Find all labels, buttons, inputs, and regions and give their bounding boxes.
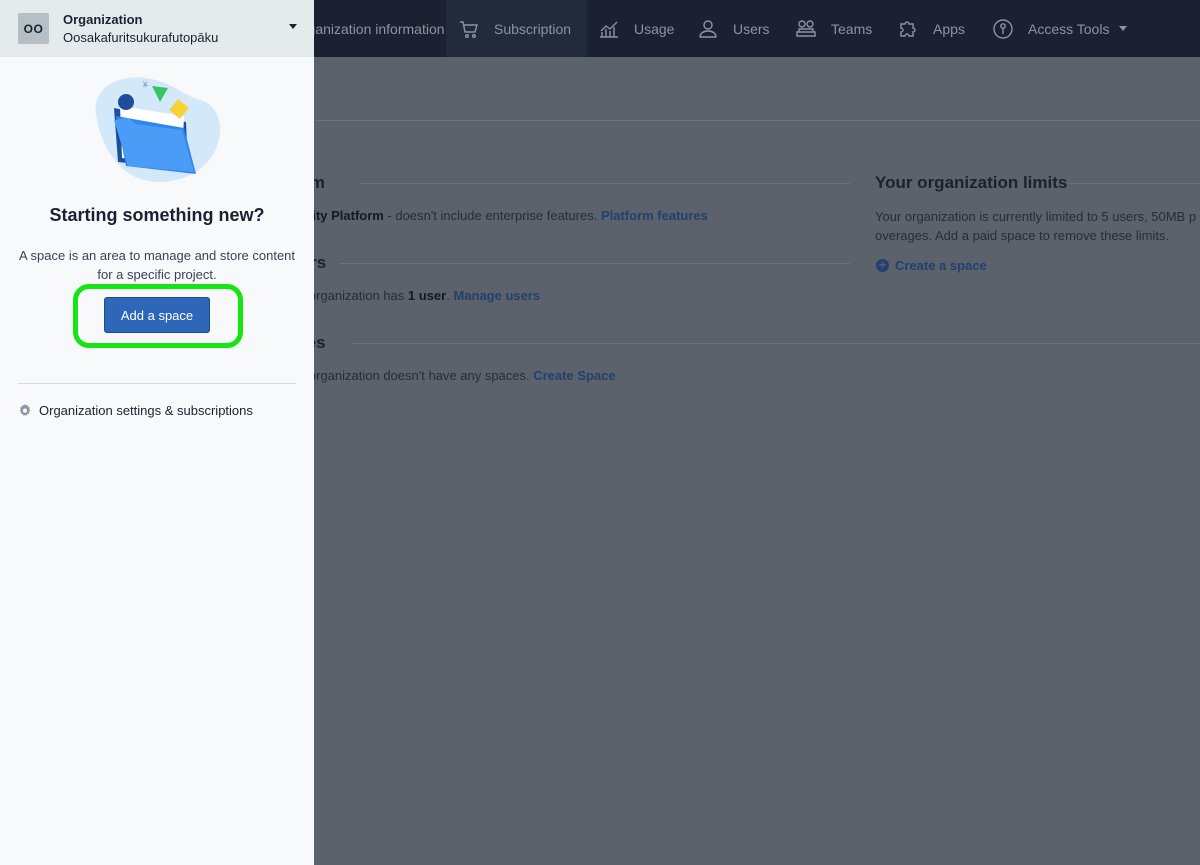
- nav-label: Teams: [831, 20, 873, 37]
- organization-name: Oosakafuritsukurafutopāku: [63, 29, 219, 45]
- chevron-down-icon[interactable]: [289, 24, 297, 29]
- spaces-description: Your organization doesn't have any space…: [279, 368, 616, 383]
- section-divider: [360, 183, 850, 184]
- section-divider: [1068, 183, 1200, 184]
- organization-label: Organization: [63, 11, 143, 27]
- puzzle-icon: [900, 20, 916, 37]
- nav-usage[interactable]: Usage: [598, 0, 674, 57]
- limits-description: Your organization is currently limited t…: [875, 207, 1200, 245]
- user-icon: [699, 19, 717, 38]
- nav-label: Usage: [634, 20, 675, 37]
- manage-users-link[interactable]: Manage users: [453, 288, 540, 303]
- nav-teams[interactable]: Teams: [795, 0, 872, 57]
- platform-description: Community Platform - doesn't include ent…: [256, 208, 708, 223]
- nav-users[interactable]: Users: [697, 0, 770, 57]
- nav-label: Access Tools: [1028, 20, 1110, 37]
- gear-icon: [19, 403, 31, 416]
- nav-label: Organization information: [292, 20, 445, 37]
- organization-panel: OO Organization Oosakafuritsukurafutopāk…: [0, 0, 314, 865]
- platform-features-link[interactable]: Platform features: [601, 208, 708, 223]
- section-divider: [352, 343, 1200, 344]
- organization-names: Organization Oosakafuritsukurafutopāku: [63, 11, 218, 47]
- add-space-button[interactable]: Add a space: [104, 297, 210, 333]
- organization-settings-link[interactable]: Organization settings & subscriptions: [18, 403, 253, 418]
- nav-label: Subscription: [494, 20, 572, 37]
- panel-headline: Starting something new?: [49, 205, 265, 225]
- nav-subscription[interactable]: Subscription: [446, 0, 588, 57]
- team-icon: [796, 19, 816, 37]
- chart-icon: [600, 21, 618, 38]
- key-icon: [993, 18, 1013, 39]
- nav-access-tools[interactable]: Access Tools: [992, 0, 1128, 57]
- folder-illustration: [95, 77, 221, 182]
- create-a-space-link[interactable]: + Create a space: [876, 258, 987, 273]
- spaces-text: Your organization doesn't have any space…: [279, 368, 534, 383]
- page-subheader: [314, 57, 1200, 121]
- limits-line-2: overages. Add a paid space to remove the…: [875, 228, 1170, 243]
- create-space-link[interactable]: Create Space: [533, 368, 615, 383]
- organization-avatar: OO: [18, 13, 49, 44]
- users-description: Your organization has 1 user. Manage use…: [279, 288, 540, 303]
- nav-apps[interactable]: Apps: [897, 0, 965, 57]
- platform-desc-text: - doesn't include enterprise features.: [383, 208, 601, 223]
- panel-description: A space is an area to manage and store c…: [18, 248, 296, 282]
- plus-circle-icon: +: [876, 259, 889, 272]
- nav-label: Users: [733, 20, 770, 37]
- organization-switcher[interactable]: OO Organization Oosakafuritsukurafutopāk…: [0, 0, 314, 57]
- create-a-space-label: Create a space: [895, 258, 987, 273]
- nav-label: Apps: [933, 20, 965, 37]
- limits-line-1: Your organization is currently limited t…: [875, 209, 1197, 224]
- settings-label: Organization settings & subscriptions: [39, 403, 253, 418]
- limits-section-title: Your organization limits: [875, 173, 1068, 192]
- chevron-down-icon: [1119, 26, 1128, 31]
- section-divider: [340, 263, 850, 264]
- cart-icon: [460, 20, 478, 38]
- panel-divider: [18, 383, 296, 384]
- users-count: 1 user: [407, 288, 447, 303]
